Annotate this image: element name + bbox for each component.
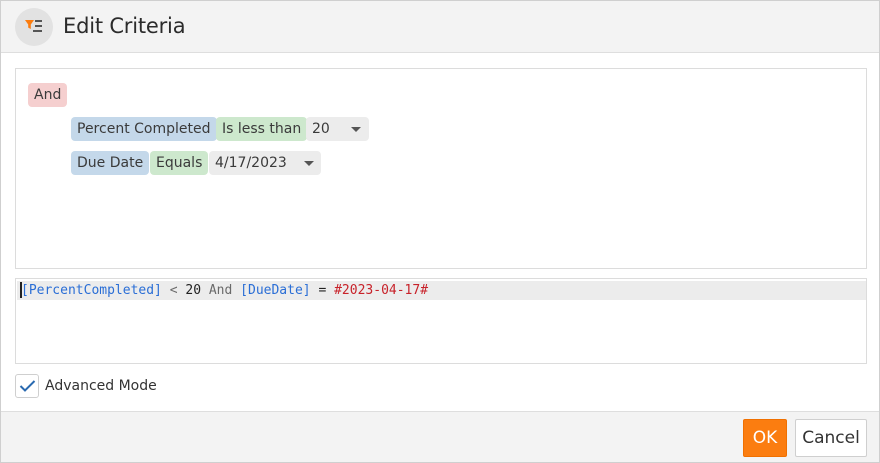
condition-1-field[interactable]: Percent Completed	[71, 117, 217, 141]
edit-criteria-dialog: Edit Criteria And Percent Completed Is l…	[0, 0, 880, 463]
expr-operator-1: <	[169, 283, 178, 298]
criteria-builder: And Percent Completed Is less than 20 Du…	[15, 68, 867, 269]
expr-operator-2: =	[318, 283, 327, 298]
filter-list-icon	[15, 8, 53, 46]
condition-2-operator[interactable]: Equals	[150, 151, 209, 175]
condition-2-value-dropdown[interactable]: 4/17/2023	[209, 151, 321, 175]
condition-2-value: 4/17/2023	[215, 155, 287, 171]
advanced-mode-label: Advanced Mode	[45, 378, 157, 394]
condition-2-field[interactable]: Due Date	[71, 151, 150, 175]
expression-text: [PercentCompleted] < 20 And [DueDate] = …	[21, 282, 428, 299]
expr-date-2: #2023-04-17#	[334, 283, 429, 298]
advanced-mode-toggle[interactable]: Advanced Mode	[15, 374, 195, 398]
checkmark-icon	[19, 380, 36, 392]
dialog-header: Edit Criteria	[1, 1, 879, 53]
expr-number-1: 20	[185, 283, 202, 298]
chevron-down-icon	[351, 127, 361, 132]
group-operator-and[interactable]: And	[28, 83, 68, 107]
condition-1-operator[interactable]: Is less than	[216, 117, 308, 141]
cancel-button[interactable]: Cancel	[795, 419, 867, 457]
expr-joiner: And	[208, 283, 233, 298]
chevron-down-icon	[304, 161, 314, 166]
dialog-footer: OK Cancel	[1, 411, 879, 462]
advanced-mode-checkbox[interactable]	[15, 374, 39, 398]
condition-1-value-dropdown[interactable]: 20	[306, 117, 369, 141]
expr-field-1: [PercentCompleted]	[21, 283, 162, 298]
expression-current-line: [PercentCompleted] < 20 And [DueDate] = …	[17, 281, 866, 300]
expr-field-2: [DueDate]	[240, 283, 311, 298]
expression-editor[interactable]: [PercentCompleted] < 20 And [DueDate] = …	[15, 278, 867, 364]
condition-1-value: 20	[312, 121, 330, 137]
ok-button[interactable]: OK	[743, 419, 787, 457]
dialog-title: Edit Criteria	[63, 14, 186, 38]
